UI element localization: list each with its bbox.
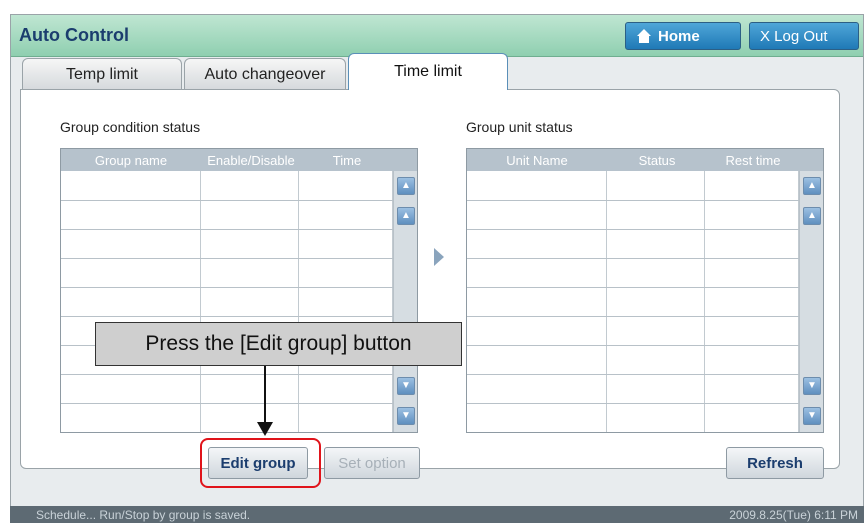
table-row[interactable] — [467, 287, 799, 316]
scrollbar[interactable]: ▲ ▲ ▼ ▼ — [799, 171, 823, 432]
tab-auto-changeover[interactable]: Auto changeover — [184, 58, 346, 90]
refresh-label: Refresh — [747, 454, 803, 472]
up-icon[interactable]: ▲ — [803, 207, 821, 225]
table-row[interactable] — [467, 374, 799, 403]
status-message: Schedule... Run/Stop by group is saved. — [36, 508, 251, 522]
tab-label: Auto changeover — [204, 65, 326, 83]
table-row[interactable] — [61, 258, 393, 287]
column-header: Status — [638, 152, 676, 168]
table-row[interactable] — [467, 171, 799, 200]
callout-pointer-arrow — [257, 422, 273, 436]
up-icon[interactable]: ▲ — [397, 207, 415, 225]
column-header: Time — [332, 152, 362, 168]
table-row[interactable] — [61, 403, 393, 432]
table-header: Unit Name Status Rest time — [467, 149, 823, 171]
column-header: Enable/Disable — [207, 152, 295, 168]
table-row[interactable] — [61, 229, 393, 258]
column-header-spacer — [799, 149, 823, 171]
table-row[interactable] — [467, 258, 799, 287]
tab-label: Time limit — [394, 63, 462, 80]
table-row[interactable] — [467, 403, 799, 432]
double-up-icon[interactable]: ▲ — [397, 177, 415, 195]
set-option-button[interactable]: Set option — [324, 447, 420, 479]
down-icon[interactable]: ▼ — [803, 377, 821, 395]
double-up-icon[interactable]: ▲ — [803, 177, 821, 195]
set-option-label: Set option — [338, 454, 406, 472]
home-button[interactable]: Home — [625, 22, 741, 50]
column-header: Unit Name — [506, 152, 568, 168]
column-header: Group name — [94, 152, 168, 168]
table-row[interactable] — [61, 287, 393, 316]
down-icon[interactable]: ▼ — [397, 377, 415, 395]
table-row[interactable] — [61, 171, 393, 200]
group-condition-table: Group name Enable/Disable Time ▲ ▲ ▼ ▼ — [60, 148, 418, 433]
table-row[interactable] — [467, 200, 799, 229]
double-down-icon[interactable]: ▼ — [803, 407, 821, 425]
callout-pointer-line — [264, 366, 266, 426]
status-bar: Schedule... Run/Stop by group is saved. … — [10, 506, 864, 523]
window-title: Auto Control — [19, 25, 129, 45]
scrollbar[interactable]: ▲ ▲ ▼ ▼ — [393, 171, 417, 432]
table-row[interactable] — [467, 345, 799, 374]
titlebar: Auto Control Home X Log Out — [11, 15, 863, 57]
home-button-label: Home — [658, 27, 700, 45]
table-row[interactable] — [467, 229, 799, 258]
group-unit-title: Group unit status — [466, 119, 573, 135]
tab-time-limit[interactable]: Time limit — [348, 53, 508, 90]
group-condition-title: Group condition status — [60, 119, 201, 135]
table-row[interactable] — [61, 200, 393, 229]
group-unit-table: Unit Name Status Rest time ▲ ▲ ▼ ▼ — [466, 148, 824, 433]
table-row[interactable] — [61, 374, 393, 403]
logout-button-label: X Log Out — [760, 27, 828, 45]
tab-label: Temp limit — [65, 65, 138, 83]
instruction-callout: Press the [Edit group] button — [95, 322, 462, 366]
status-datetime: 2009.8.25(Tue) 6:11 PM — [729, 508, 858, 522]
column-header-spacer — [393, 149, 417, 171]
home-icon — [637, 29, 651, 43]
column-header: Rest time — [725, 152, 781, 168]
edit-group-highlight — [200, 438, 321, 488]
table-row[interactable] — [467, 316, 799, 345]
arrow-right-icon — [434, 248, 444, 266]
double-down-icon[interactable]: ▼ — [397, 407, 415, 425]
callout-text: Press the [Edit group] button — [145, 332, 412, 355]
logout-button[interactable]: X Log Out — [749, 22, 859, 50]
tab-temp-limit[interactable]: Temp limit — [22, 58, 182, 90]
table-header: Group name Enable/Disable Time — [61, 149, 417, 171]
refresh-button[interactable]: Refresh — [726, 447, 824, 479]
